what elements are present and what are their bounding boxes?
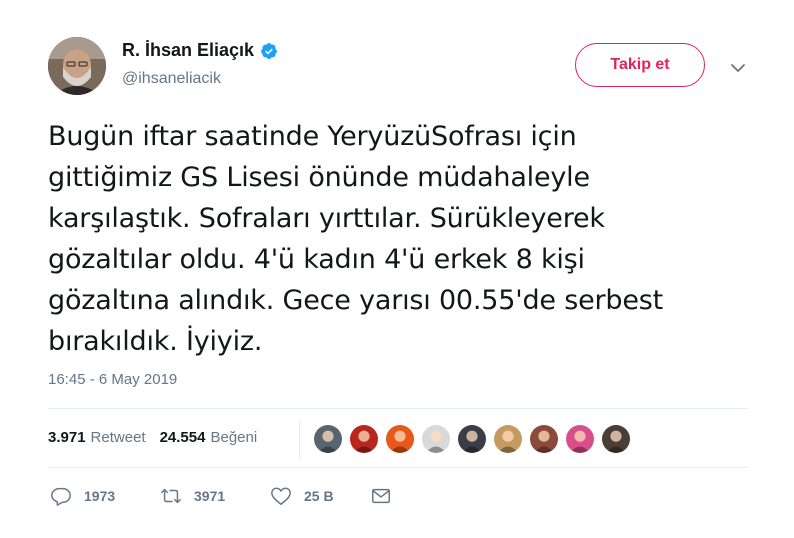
- verified-badge-icon: [260, 42, 278, 60]
- liker-avatar[interactable]: [493, 424, 523, 454]
- liker-avatars: [313, 424, 637, 454]
- divider: [48, 467, 748, 468]
- author-avatar[interactable]: [48, 37, 106, 95]
- retweet-label[interactable]: Retweet: [91, 429, 146, 446]
- reply-icon: [51, 487, 71, 506]
- retweet-count[interactable]: 3.971: [48, 429, 86, 446]
- retweet-icon: [161, 488, 181, 504]
- reply-count: 1973: [84, 488, 116, 504]
- heart-icon: [271, 487, 291, 505]
- retweet-button[interactable]: 3971: [160, 485, 270, 507]
- liker-avatar[interactable]: [349, 424, 379, 454]
- author-display-name[interactable]: R. İhsan Eliaçık: [122, 40, 254, 61]
- tweet-stats: 3.971 Retweet 24.554 Beğeni: [48, 429, 257, 446]
- tweet-actions: 1973 3971 25 B: [50, 485, 392, 507]
- author-name-row[interactable]: R. İhsan Eliaçık: [122, 40, 278, 61]
- like-action-count: 25 B: [304, 488, 334, 504]
- liker-avatar[interactable]: [601, 424, 631, 454]
- stats-separator: [299, 420, 300, 460]
- liker-avatar[interactable]: [421, 424, 451, 454]
- liker-avatar[interactable]: [457, 424, 487, 454]
- reply-button[interactable]: 1973: [50, 485, 160, 507]
- author-handle[interactable]: @ihsaneliacik: [122, 70, 221, 88]
- like-count[interactable]: 24.554: [160, 429, 206, 446]
- liker-avatar[interactable]: [385, 424, 415, 454]
- like-label[interactable]: Beğeni: [210, 429, 257, 446]
- tweet-text: Bugün iftar saatinde YeryüzüSofrası için…: [48, 121, 663, 357]
- liker-avatar[interactable]: [565, 424, 595, 454]
- liker-avatar[interactable]: [529, 424, 559, 454]
- follow-button[interactable]: Takip et: [575, 43, 705, 87]
- retweet-action-count: 3971: [194, 488, 226, 504]
- direct-message-button[interactable]: [370, 485, 392, 507]
- like-button[interactable]: 25 B: [270, 485, 370, 507]
- liker-avatar[interactable]: [313, 424, 343, 454]
- chevron-down-icon[interactable]: [730, 60, 746, 76]
- envelope-icon: [372, 488, 390, 504]
- tweet-timestamp[interactable]: 16:45 - 6 May 2019: [48, 371, 177, 388]
- divider: [48, 408, 748, 409]
